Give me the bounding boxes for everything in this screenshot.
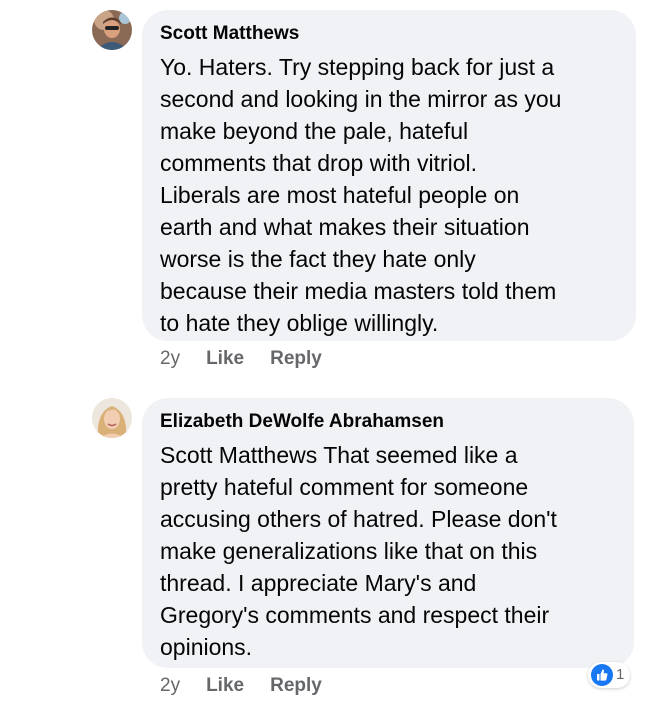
comment-author[interactable]: Scott Matthews <box>160 23 617 45</box>
avatar[interactable] <box>92 10 132 50</box>
comment-actions: 2y Like Reply <box>160 675 322 697</box>
avatar-photo-icon <box>92 10 132 50</box>
avatar-photo-icon <box>92 398 132 438</box>
comment-text: Scott Matthews That seemed like a pretty… <box>160 442 557 660</box>
like-reaction-icon <box>591 664 613 686</box>
avatar[interactable] <box>92 398 132 438</box>
reply-button[interactable]: Reply <box>270 675 322 697</box>
comment-timestamp[interactable]: 2y <box>160 348 180 370</box>
reaction-summary[interactable]: 1 <box>588 662 631 688</box>
like-button[interactable]: Like <box>206 675 244 697</box>
comment-author[interactable]: Elizabeth DeWolfe Abrahamsen <box>160 411 615 433</box>
reaction-count: 1 <box>616 666 625 683</box>
comment-bubble: Scott Matthews Yo. Haters. Try stepping … <box>142 10 636 341</box>
comment-actions: 2y Like Reply <box>160 348 322 370</box>
comment-timestamp[interactable]: 2y <box>160 675 180 697</box>
comment-text: Yo. Haters. Try stepping back for just a… <box>160 54 562 336</box>
comment-bubble: Elizabeth DeWolfe Abrahamsen Scott Matth… <box>142 398 634 668</box>
like-button[interactable]: Like <box>206 348 244 370</box>
reply-button[interactable]: Reply <box>270 348 322 370</box>
